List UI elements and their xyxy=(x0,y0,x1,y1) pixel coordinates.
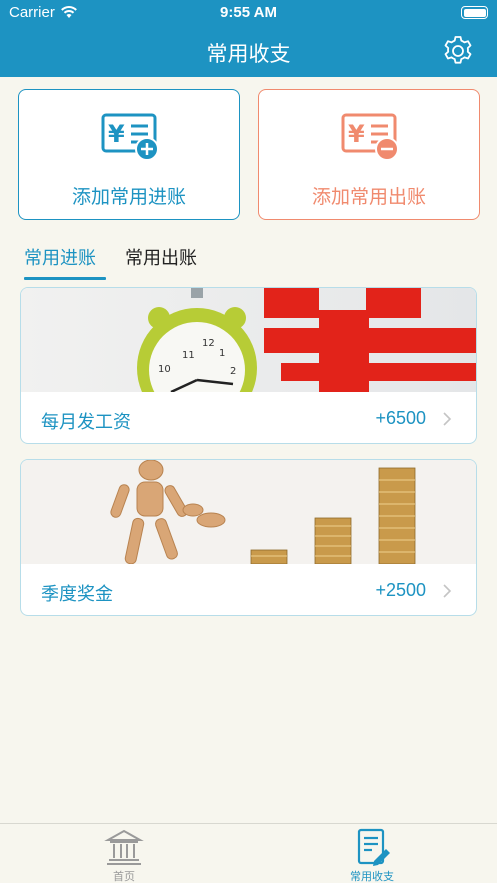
add-income-icon: ¥ xyxy=(101,113,159,161)
svg-text:¥: ¥ xyxy=(348,120,365,148)
entry-card-bonus[interactable]: 季度奖金 +2500 xyxy=(20,459,477,616)
add-expense-icon: ¥ xyxy=(341,113,399,161)
entry-amount: +2500 xyxy=(375,580,426,600)
tab-indicator xyxy=(24,277,106,280)
add-expense-button[interactable]: ¥ 添加常用出账 xyxy=(258,89,480,220)
svg-text:1: 1 xyxy=(219,348,225,359)
chevron-right-icon xyxy=(443,412,452,426)
tab-expense[interactable]: 常用出账 xyxy=(125,244,197,270)
tab-income[interactable]: 常用进账 xyxy=(24,244,96,270)
bottom-tab-bar: 首页 常用收支 xyxy=(0,823,497,883)
alarm-clock-and-yuan-sign-photo: 11 12 1 10 2 xyxy=(21,288,476,392)
page-title: 常用收支 xyxy=(206,42,291,66)
add-expense-label: 添加常用出账 xyxy=(311,186,426,208)
nav-bar: 常用收支 xyxy=(0,26,497,77)
entry-amount: +6500 xyxy=(375,408,426,428)
clock: 9:55 AM xyxy=(220,4,277,21)
chevron-right-icon xyxy=(443,584,452,598)
svg-text:10: 10 xyxy=(158,364,171,375)
svg-text:2: 2 xyxy=(230,366,236,377)
wooden-figure-and-coin-stacks-photo xyxy=(21,460,476,564)
notebook-pen-icon xyxy=(357,828,390,866)
tab-common-records-label: 常用收支 xyxy=(350,870,394,883)
gear-icon[interactable] xyxy=(441,34,475,68)
svg-text:11: 11 xyxy=(182,350,195,361)
status-bar: Carrier 9:55 AM xyxy=(0,0,497,26)
tab-common-records[interactable]: 常用收支 xyxy=(342,824,402,883)
tab-home-label: 首页 xyxy=(113,870,135,883)
entry-name: 季度奖金 xyxy=(41,584,113,605)
add-income-button[interactable]: ¥ 添加常用进账 xyxy=(18,89,240,220)
entry-card-salary[interactable]: 11 12 1 10 2 每月发工资 +6500 xyxy=(20,287,477,444)
svg-text:12: 12 xyxy=(202,338,215,349)
battery-icon xyxy=(461,6,488,19)
tab-home[interactable]: 首页 xyxy=(94,824,154,883)
bank-icon xyxy=(104,829,144,865)
entry-name: 每月发工资 xyxy=(41,412,131,433)
svg-text:¥: ¥ xyxy=(108,120,125,148)
add-income-label: 添加常用进账 xyxy=(71,186,186,208)
